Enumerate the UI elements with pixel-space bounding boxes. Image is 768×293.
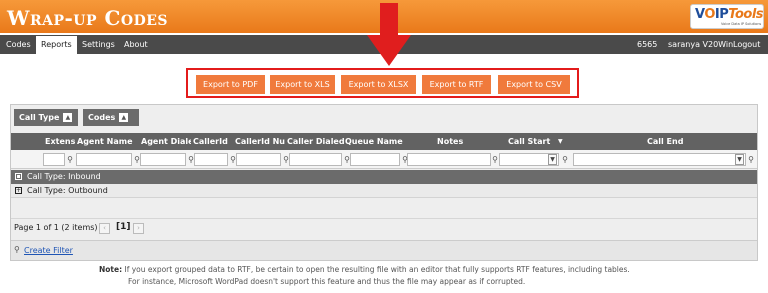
nav-codes[interactable]: Codes <box>6 35 31 54</box>
group-label: Call Type: Inbound <box>27 172 101 181</box>
filter-icon[interactable]: ⚲ <box>66 154 74 165</box>
column-queue-name[interactable]: Queue Name <box>345 133 407 150</box>
filter-input-extension[interactable] <box>43 153 65 166</box>
export-xlsx-button[interactable]: Export to XLSX <box>341 75 416 94</box>
filter-icon[interactable]: ⚲ <box>14 245 20 254</box>
column-agent-name[interactable]: Agent Name <box>77 133 137 150</box>
export-toolbar: Export to PDF Export to XLS Export to XL… <box>186 68 579 98</box>
filter-input-call-end[interactable] <box>573 153 746 166</box>
export-rtf-button[interactable]: Export to RTF <box>422 75 491 94</box>
column-call-end[interactable]: Call End <box>647 133 687 150</box>
column-callerid-num[interactable]: CallerId Num <box>235 133 285 150</box>
filter-input-notes[interactable] <box>407 153 491 166</box>
filter-icon[interactable]: ⚲ <box>561 154 569 165</box>
create-filter-link[interactable]: Create Filter <box>24 246 73 255</box>
filter-input-agent-dialed[interactable] <box>140 153 186 166</box>
user-name: saranya V20Win <box>668 40 734 49</box>
sort-asc-icon[interactable]: ▲ <box>63 113 73 122</box>
group-row-outbound[interactable]: + Call Type: Outbound <box>11 184 757 198</box>
column-menu-icon[interactable]: ▼ <box>558 133 567 150</box>
voiptools-logo: VOIPTools Voice Data IP Solutions <box>690 4 764 29</box>
report-grid: Call Type ▲ Codes ▲ Extens Agent Name Agen… <box>10 104 758 261</box>
logo-subtitle: Voice Data IP Solutions <box>721 22 762 26</box>
filter-row: ⚲ ⚲ ⚲ ⚲ ⚲ ⚲ ⚲ ⚲ ▼ ⚲ ▼ ⚲ <box>11 150 757 169</box>
group-row-inbound[interactable]: ▪ Call Type: Inbound <box>11 170 757 184</box>
group-label: Call Type: Outbound <box>27 186 108 195</box>
prev-page-icon[interactable]: ‹ <box>99 223 110 234</box>
chevron-down-icon[interactable]: ▼ <box>548 154 557 165</box>
sort-asc-icon[interactable]: ▲ <box>119 113 129 122</box>
export-csv-button[interactable]: Export to CSV <box>498 75 570 94</box>
export-xls-button[interactable]: Export to XLS <box>270 75 335 94</box>
logout-link[interactable]: Logout <box>733 35 760 54</box>
filter-icon[interactable]: ⚲ <box>747 154 755 165</box>
column-call-start[interactable]: Call Start <box>508 133 556 150</box>
note-line1: If you export grouped data to RTF, be ce… <box>124 265 630 274</box>
note-line2: For instance, Microsoft WordPad doesn't … <box>128 277 526 286</box>
current-page[interactable]: [1] <box>116 222 131 232</box>
collapse-icon[interactable]: ▪ <box>15 173 22 180</box>
note-label: Note: <box>99 265 123 274</box>
pager-summary: Page 1 of 1 (2 items) <box>14 223 98 232</box>
nav-settings[interactable]: Settings <box>82 35 115 54</box>
group-panel: Call Type ▲ Codes ▲ <box>11 105 757 131</box>
filter-input-callerid-num[interactable] <box>236 153 281 166</box>
export-pdf-button[interactable]: Export to PDF <box>196 75 265 94</box>
column-agent-dialed[interactable]: Agent Dialed <box>141 133 191 150</box>
highlight-arrow-icon <box>367 3 411 66</box>
column-extension[interactable]: Extens <box>45 133 75 150</box>
filter-input-queue-name[interactable] <box>350 153 400 166</box>
nav-about[interactable]: About <box>124 35 148 54</box>
filter-input-agent-name[interactable] <box>76 153 132 166</box>
group-chip-call-type[interactable]: Call Type ▲ <box>14 109 78 126</box>
filter-bar: ⚲ Create Filter <box>11 240 757 260</box>
next-page-icon[interactable]: › <box>133 223 144 234</box>
filter-input-caller-dialed[interactable] <box>289 153 342 166</box>
filter-input-callerid[interactable] <box>194 153 228 166</box>
nav-reports[interactable]: Reports <box>36 36 77 54</box>
filter-icon[interactable]: ⚲ <box>491 154 499 165</box>
pager: Page 1 of 1 (2 items) ‹ [1] › <box>11 218 757 238</box>
column-caller-dialed[interactable]: Caller Dialed <box>287 133 345 150</box>
column-callerid[interactable]: CallerId <box>193 133 233 150</box>
group-chip-codes[interactable]: Codes ▲ <box>83 109 139 126</box>
app-title: Wrap-up Codes <box>7 6 169 30</box>
chevron-down-icon[interactable]: ▼ <box>735 154 744 165</box>
extension-number: 6565 <box>637 40 658 49</box>
column-header-row: Extens Agent Name Agent Dialed CallerId … <box>11 133 757 150</box>
expand-icon[interactable]: + <box>15 187 22 194</box>
column-notes[interactable]: Notes <box>437 133 477 150</box>
